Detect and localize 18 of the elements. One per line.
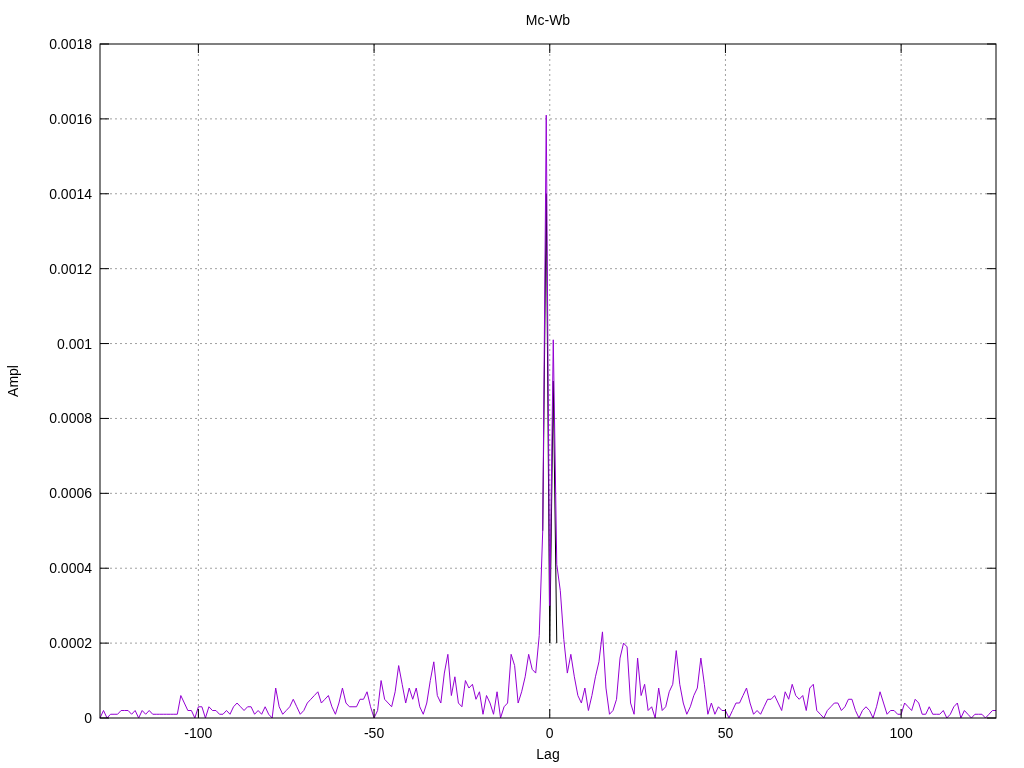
axis-label: Lag xyxy=(536,746,560,762)
tick-label: 0.0008 xyxy=(49,410,92,427)
tick-label: 0.0002 xyxy=(49,635,92,652)
tick-label: -50 xyxy=(363,725,385,741)
tick-label: 0.0012 xyxy=(49,260,92,277)
axis-label: Ampl xyxy=(5,365,21,397)
tick-label: 50 xyxy=(717,725,734,741)
tick-label: 0.0016 xyxy=(49,110,92,127)
tick-label: 0 xyxy=(84,710,92,726)
tick-label: 0.0018 xyxy=(49,36,92,52)
tick-label: -100 xyxy=(184,725,213,741)
tick-label: 0.0006 xyxy=(49,485,92,502)
tick-label: 0 xyxy=(545,725,554,741)
tick-label: 0.001 xyxy=(56,335,92,352)
chart-title: Mc-Wb xyxy=(525,12,571,28)
tick-label: 0.0004 xyxy=(49,560,92,577)
tick-label: 0.0014 xyxy=(49,185,92,202)
tick-label: 100 xyxy=(889,725,913,741)
